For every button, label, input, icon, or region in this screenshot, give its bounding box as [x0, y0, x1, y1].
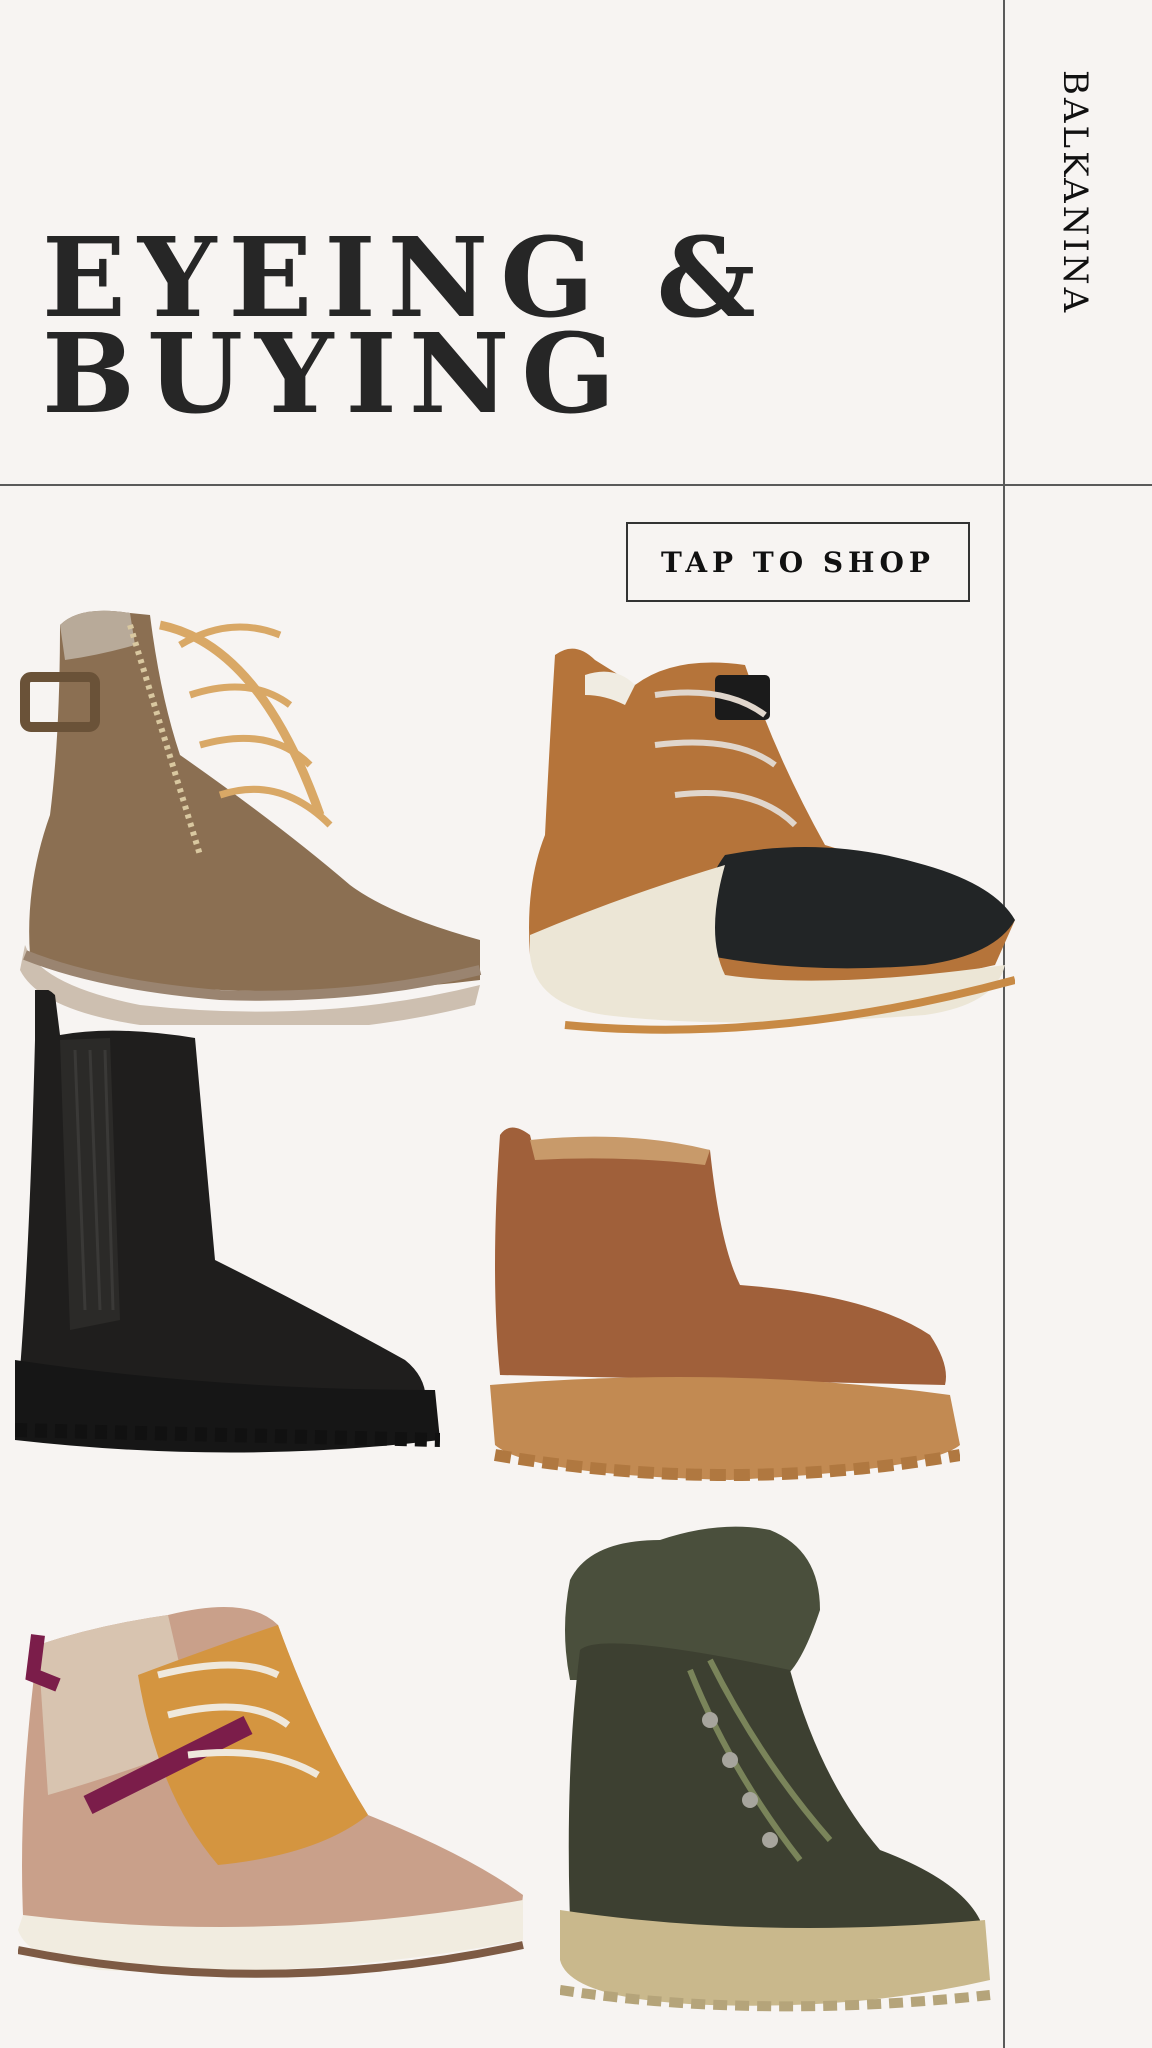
chestnut-platform-slipper-boot-image	[490, 1127, 960, 1481]
black-leather-chelsea-boot-image	[15, 990, 440, 1453]
brand-logo: BALKANINA	[1040, 70, 1110, 330]
product-olive-puffer-boot[interactable]	[560, 1520, 1000, 2020]
sorel-duck-boot-image	[529, 648, 1015, 1034]
product-sorel-duck-boot[interactable]	[525, 635, 1015, 1035]
product-teva-quilted-boot[interactable]	[18, 1595, 528, 2000]
horizontal-divider	[0, 484, 1152, 486]
product-tan-lace-up-boot[interactable]	[20, 585, 490, 1025]
olive-puffer-hiker-boot-image	[560, 1526, 991, 2012]
brand-name: BALKANINA	[1055, 70, 1095, 316]
product-black-chelsea-boot[interactable]	[15, 990, 440, 1485]
product-chestnut-platform-boot[interactable]	[490, 1125, 960, 1490]
tan-lace-up-zip-boot-image	[20, 610, 482, 1025]
teva-quilted-sneaker-boot-image	[18, 1607, 524, 1978]
page-title: EYEING & BUYING	[42, 223, 768, 429]
tap-to-shop-button[interactable]: TAP TO SHOP	[626, 522, 970, 602]
